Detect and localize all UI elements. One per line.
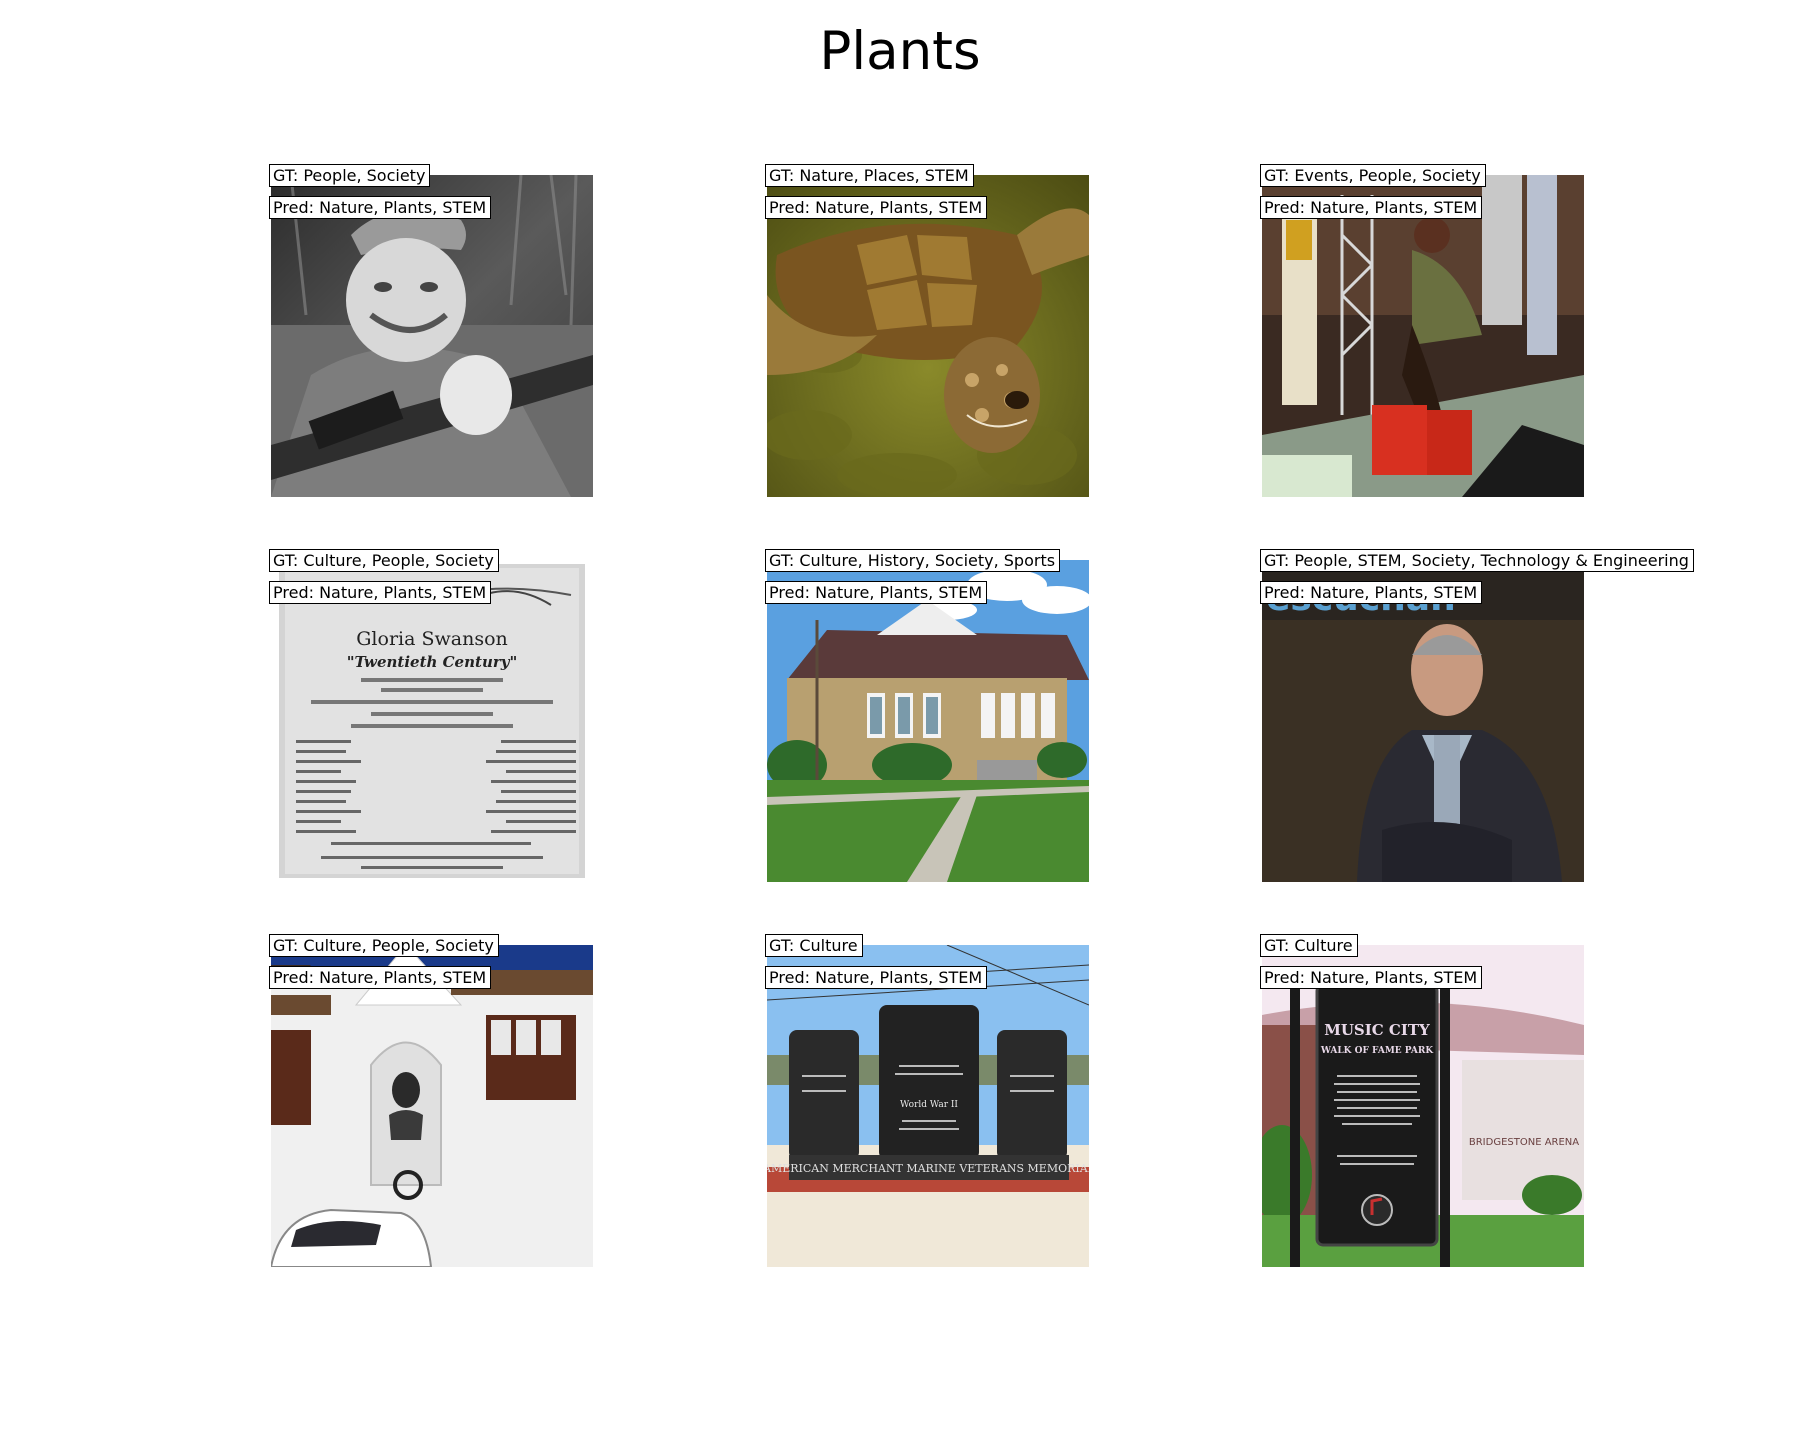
ground-truth-label: GT: Culture, History, Society, Sports xyxy=(765,549,1061,573)
image-panel-5: GT: Culture, History, Society, Sports Pr… xyxy=(765,549,1089,882)
image-panel-7: GT: Culture, People, Society Pred: Natur… xyxy=(269,934,593,1267)
school-building-photo xyxy=(767,560,1089,882)
prediction-label: Pred: Nature, Plants, STEM xyxy=(269,196,492,220)
seated-man-photo: escuchan xyxy=(1262,560,1584,882)
prediction-label: Pred: Nature, Plants, STEM xyxy=(1260,196,1483,220)
prediction-label: Pred: Nature, Plants, STEM xyxy=(269,581,492,605)
figure-title: Plants xyxy=(819,21,981,82)
prediction-label: Pred: Nature, Plants, STEM xyxy=(765,966,988,990)
ground-truth-label: GT: Events, People, Society xyxy=(1260,164,1486,188)
memorial-inscription: AMERICAN MERCHANT MARINE VETERANS MEMORI… xyxy=(767,1162,1089,1175)
white-building-photo xyxy=(271,945,593,1267)
stage-event-photo xyxy=(1262,175,1584,497)
prediction-label: Pred: Nature, Plants, STEM xyxy=(765,196,988,220)
program-star-name: Gloria Swanson xyxy=(356,628,508,650)
ground-truth-label: GT: Culture, People, Society xyxy=(269,934,499,958)
image-panel-9: BRIDGESTONE ARENA MUSIC CITY WALK OF FAM… xyxy=(1260,934,1584,1267)
theatre-program-photo: Gloria Swanson "Twentieth Century" xyxy=(271,560,593,882)
sign-title-line1: MUSIC CITY xyxy=(1324,1021,1430,1039)
memorial-photo: World War II AMERICAN MERCHANT MARINE VE… xyxy=(767,945,1089,1267)
prediction-label: Pred: Nature, Plants, STEM xyxy=(269,966,492,990)
sea-turtle-photo xyxy=(767,175,1089,497)
image-panel-2: GT: Nature, Places, STEM Pred: Nature, P… xyxy=(765,164,1089,497)
soldier-woman-photo xyxy=(271,175,593,497)
image-panel-6: escuchan GT: People, STEM, Society, Tech… xyxy=(1260,549,1694,882)
ground-truth-label: GT: Nature, Places, STEM xyxy=(765,164,974,188)
prediction-label: Pred: Nature, Plants, STEM xyxy=(1260,966,1483,990)
image-panel-8: World War II AMERICAN MERCHANT MARINE VE… xyxy=(765,934,1089,1267)
ground-truth-label: GT: People, Society xyxy=(269,164,431,188)
memorial-center-text: World War II xyxy=(900,1100,958,1110)
ground-truth-label: GT: Culture xyxy=(1260,934,1358,958)
walk-of-fame-sign-photo: BRIDGESTONE ARENA MUSIC CITY WALK OF FAM… xyxy=(1262,945,1584,1267)
image-panel-3: GT: Events, People, Society Pred: Nature… xyxy=(1260,164,1584,497)
ground-truth-label: GT: Culture xyxy=(765,934,863,958)
ground-truth-label: GT: Culture, People, Society xyxy=(269,549,499,573)
image-panel-4: Gloria Swanson "Twentieth Century" GT: C… xyxy=(269,549,593,882)
image-panel-1: GT: People, Society Pred: Nature, Plants… xyxy=(269,164,593,497)
program-play-title: "Twentieth Century" xyxy=(347,653,518,671)
arena-text: BRIDGESTONE ARENA xyxy=(1469,1137,1579,1148)
ground-truth-label: GT: People, STEM, Society, Technology & … xyxy=(1260,549,1694,573)
sign-title-line2: WALK OF FAME PARK xyxy=(1320,1046,1435,1056)
prediction-label: Pred: Nature, Plants, STEM xyxy=(765,581,988,605)
prediction-label: Pred: Nature, Plants, STEM xyxy=(1260,581,1483,605)
